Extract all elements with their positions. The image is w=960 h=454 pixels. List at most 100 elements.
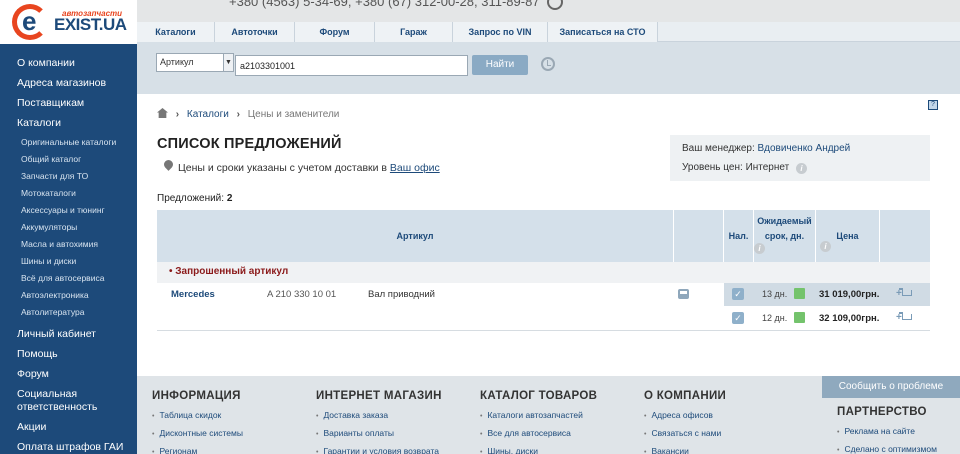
delivery-note-text: Цены и сроки указаны с учетом доставки в <box>178 162 387 174</box>
sidebar-subitem-literature[interactable]: Автолитература <box>0 304 137 321</box>
sidebar-subitem-moto[interactable]: Мотокаталоги <box>0 185 137 202</box>
menu-tab-autopoints[interactable]: Автоточки <box>215 22 295 42</box>
footer-link[interactable]: Все для автосервиса <box>480 428 597 438</box>
report-problem-button[interactable]: Сообщить о проблеме <box>822 376 960 398</box>
sidebar-item-stores[interactable]: Адреса магазинов <box>0 74 137 94</box>
search-type-select[interactable]: Артикул ▼ <box>156 53 234 72</box>
row-article: A 210 330 10 01 <box>267 289 337 300</box>
header-delivery <box>674 210 724 262</box>
footer-link[interactable]: Связаться с нами <box>644 428 726 438</box>
manager-name[interactable]: Вдовиченко Андрей <box>758 143 851 154</box>
footer-link[interactable]: Дисконтные системы <box>152 428 243 438</box>
footer: ИНФОРМАЦИЯ Таблица скидок Дисконтные сис… <box>137 376 960 454</box>
footer-heading: КАТАЛОГ ТОВАРОВ <box>480 390 598 402</box>
search-type-value: Артикул <box>160 57 194 67</box>
checkbox-icon: ✓ <box>732 288 744 300</box>
header-price[interactable]: Цена i <box>816 210 880 262</box>
cart-icon[interactable]: + <box>896 287 912 300</box>
search-bar: Артикул ▼ Найти <box>137 42 960 94</box>
history-icon[interactable] <box>541 57 555 71</box>
footer-link[interactable]: Адреса офисов <box>644 410 726 420</box>
footer-link[interactable]: Гарантии и условия возврата <box>316 446 442 454</box>
search-input[interactable] <box>235 55 468 76</box>
footer-heading: ИНТЕРНЕТ МАГАЗИН <box>316 390 442 402</box>
footer-link[interactable]: Вакансии <box>644 446 726 454</box>
home-icon[interactable] <box>157 108 168 118</box>
manager-label: Ваш менеджер: <box>682 143 755 154</box>
info-icon[interactable]: i <box>754 243 765 254</box>
header-availability[interactable]: Нал. <box>724 210 754 262</box>
sidebar-subitem-general[interactable]: Общий каталог <box>0 151 137 168</box>
info-icon[interactable]: i <box>795 163 807 174</box>
bus-icon[interactable] <box>678 289 689 299</box>
sidebar-item-social[interactable]: Социальная ответственность <box>0 385 137 418</box>
sidebar-item-forum[interactable]: Форум <box>0 365 137 385</box>
offers-count: Предложений: 2 <box>157 193 232 204</box>
header-expected-line2: срок, дн. <box>764 231 805 241</box>
main-menu: Каталоги Автоточки Форум Гараж Запрос по… <box>137 22 960 42</box>
cart-icon[interactable]: + <box>896 311 912 324</box>
sidebar-subitem-batteries[interactable]: Аккумуляторы <box>0 219 137 236</box>
help-icon[interactable]: ? <box>928 100 938 110</box>
table-header: Артикул Нал. Ожидаемый срок, дн. i Цена i <box>157 210 930 262</box>
footer-heading: О КОМПАНИИ <box>644 390 727 402</box>
header-article-label: Артикул <box>396 231 434 241</box>
logo[interactable]: e автозапчасти EXIST.UA <box>0 0 137 44</box>
sidebar-item-about[interactable]: О компании <box>0 54 137 74</box>
offer-days: 12 дн. <box>762 313 788 323</box>
footer-column-catalog: КАТАЛОГ ТОВАРОВ Каталоги автозапчастей В… <box>480 390 597 454</box>
table-row: Mercedes A 210 330 10 01 Вал приводний ✓… <box>157 283 930 306</box>
sidebar-item-catalogs[interactable]: Каталоги <box>0 114 137 134</box>
sidebar-subitem-accessories[interactable]: Аксессуары и тюнинг <box>0 202 137 219</box>
row-description: Вал приводний <box>368 289 435 300</box>
sidebar-item-help[interactable]: Помощь <box>0 345 137 365</box>
footer-link[interactable]: Варианты оплаты <box>316 428 442 438</box>
footer-link[interactable]: Таблица скидок <box>152 410 243 420</box>
sidebar-nav: О компании Адреса магазинов Поставщикам … <box>0 54 137 454</box>
sidebar-subitem-original[interactable]: Оригинальные каталоги <box>0 134 137 151</box>
footer-link[interactable]: Реклама на сайте <box>837 426 937 436</box>
sidebar-subitem-oils[interactable]: Масла и автохимия <box>0 236 137 253</box>
footer-link[interactable]: Шины, диски <box>480 446 597 454</box>
menu-tab-sto[interactable]: Записаться на СТО <box>548 22 658 42</box>
menu-tab-forum[interactable]: Форум <box>295 22 375 42</box>
group-row: • Запрошенный артикул <box>157 262 930 283</box>
breadcrumb-separator: › <box>175 109 180 120</box>
info-icon[interactable]: i <box>820 241 831 252</box>
offers-count-value: 2 <box>226 193 233 204</box>
footer-heading: ПАРТНЕРСТВО <box>837 406 927 418</box>
footer-link[interactable]: Доставка заказа <box>316 410 442 420</box>
price-level-value: Интернет <box>745 162 790 173</box>
header-cart <box>880 210 930 262</box>
footer-link[interactable]: Регионам <box>152 446 243 454</box>
sidebar-subitem-service[interactable]: Всё для автосервиса <box>0 270 137 287</box>
delivery-office-link[interactable]: Ваш офис <box>390 162 440 174</box>
footer-link[interactable]: Сделано с оптимизмом <box>837 444 937 454</box>
checkbox-icon: ✓ <box>732 312 744 324</box>
menu-tab-garage[interactable]: Гараж <box>375 22 453 42</box>
sidebar-subitem-tires[interactable]: Шины и диски <box>0 253 137 270</box>
offers-count-label: Предложений: <box>157 193 225 204</box>
menu-tab-catalogs[interactable]: Каталоги <box>137 22 215 42</box>
sidebar-item-fines[interactable]: Оплата штрафов ГАИ <box>0 438 137 454</box>
sidebar-item-promo[interactable]: Акции <box>0 418 137 438</box>
search-button[interactable]: Найти <box>472 55 528 75</box>
sidebar-item-cabinet[interactable]: Личный кабинет <box>0 325 137 345</box>
header-expected[interactable]: Ожидаемый срок, дн. i <box>754 210 816 262</box>
sidebar-subitem-electronics[interactable]: Автоэлектроника <box>0 287 137 304</box>
offer-price: 32 109,00грн. <box>819 313 880 324</box>
logo-brand: EXIST.UA <box>54 15 127 34</box>
menu-tab-vin[interactable]: Запрос по VIN <box>453 22 548 42</box>
header-article[interactable]: Артикул <box>157 210 674 262</box>
footer-link[interactable]: Каталоги автозапчастей <box>480 410 597 420</box>
price-level-label: Уровень цен: <box>682 162 743 173</box>
header-expected-line1: Ожидаемый <box>757 216 812 226</box>
footer-column-company: О КОМПАНИИ Адреса офисов Связаться с нам… <box>644 390 726 454</box>
header-availability-label: Нал. <box>728 231 749 241</box>
breadcrumb-catalogs[interactable]: Каталоги <box>187 109 229 120</box>
sidebar: e автозапчасти EXIST.UA О компании Адрес… <box>0 0 137 454</box>
sidebar-item-suppliers[interactable]: Поставщикам <box>0 94 137 114</box>
header-price-wrap: Цена i <box>816 210 879 252</box>
sidebar-subitem-maintenance[interactable]: Запчасти для ТО <box>0 168 137 185</box>
row-brand[interactable]: Mercedes <box>171 283 215 306</box>
